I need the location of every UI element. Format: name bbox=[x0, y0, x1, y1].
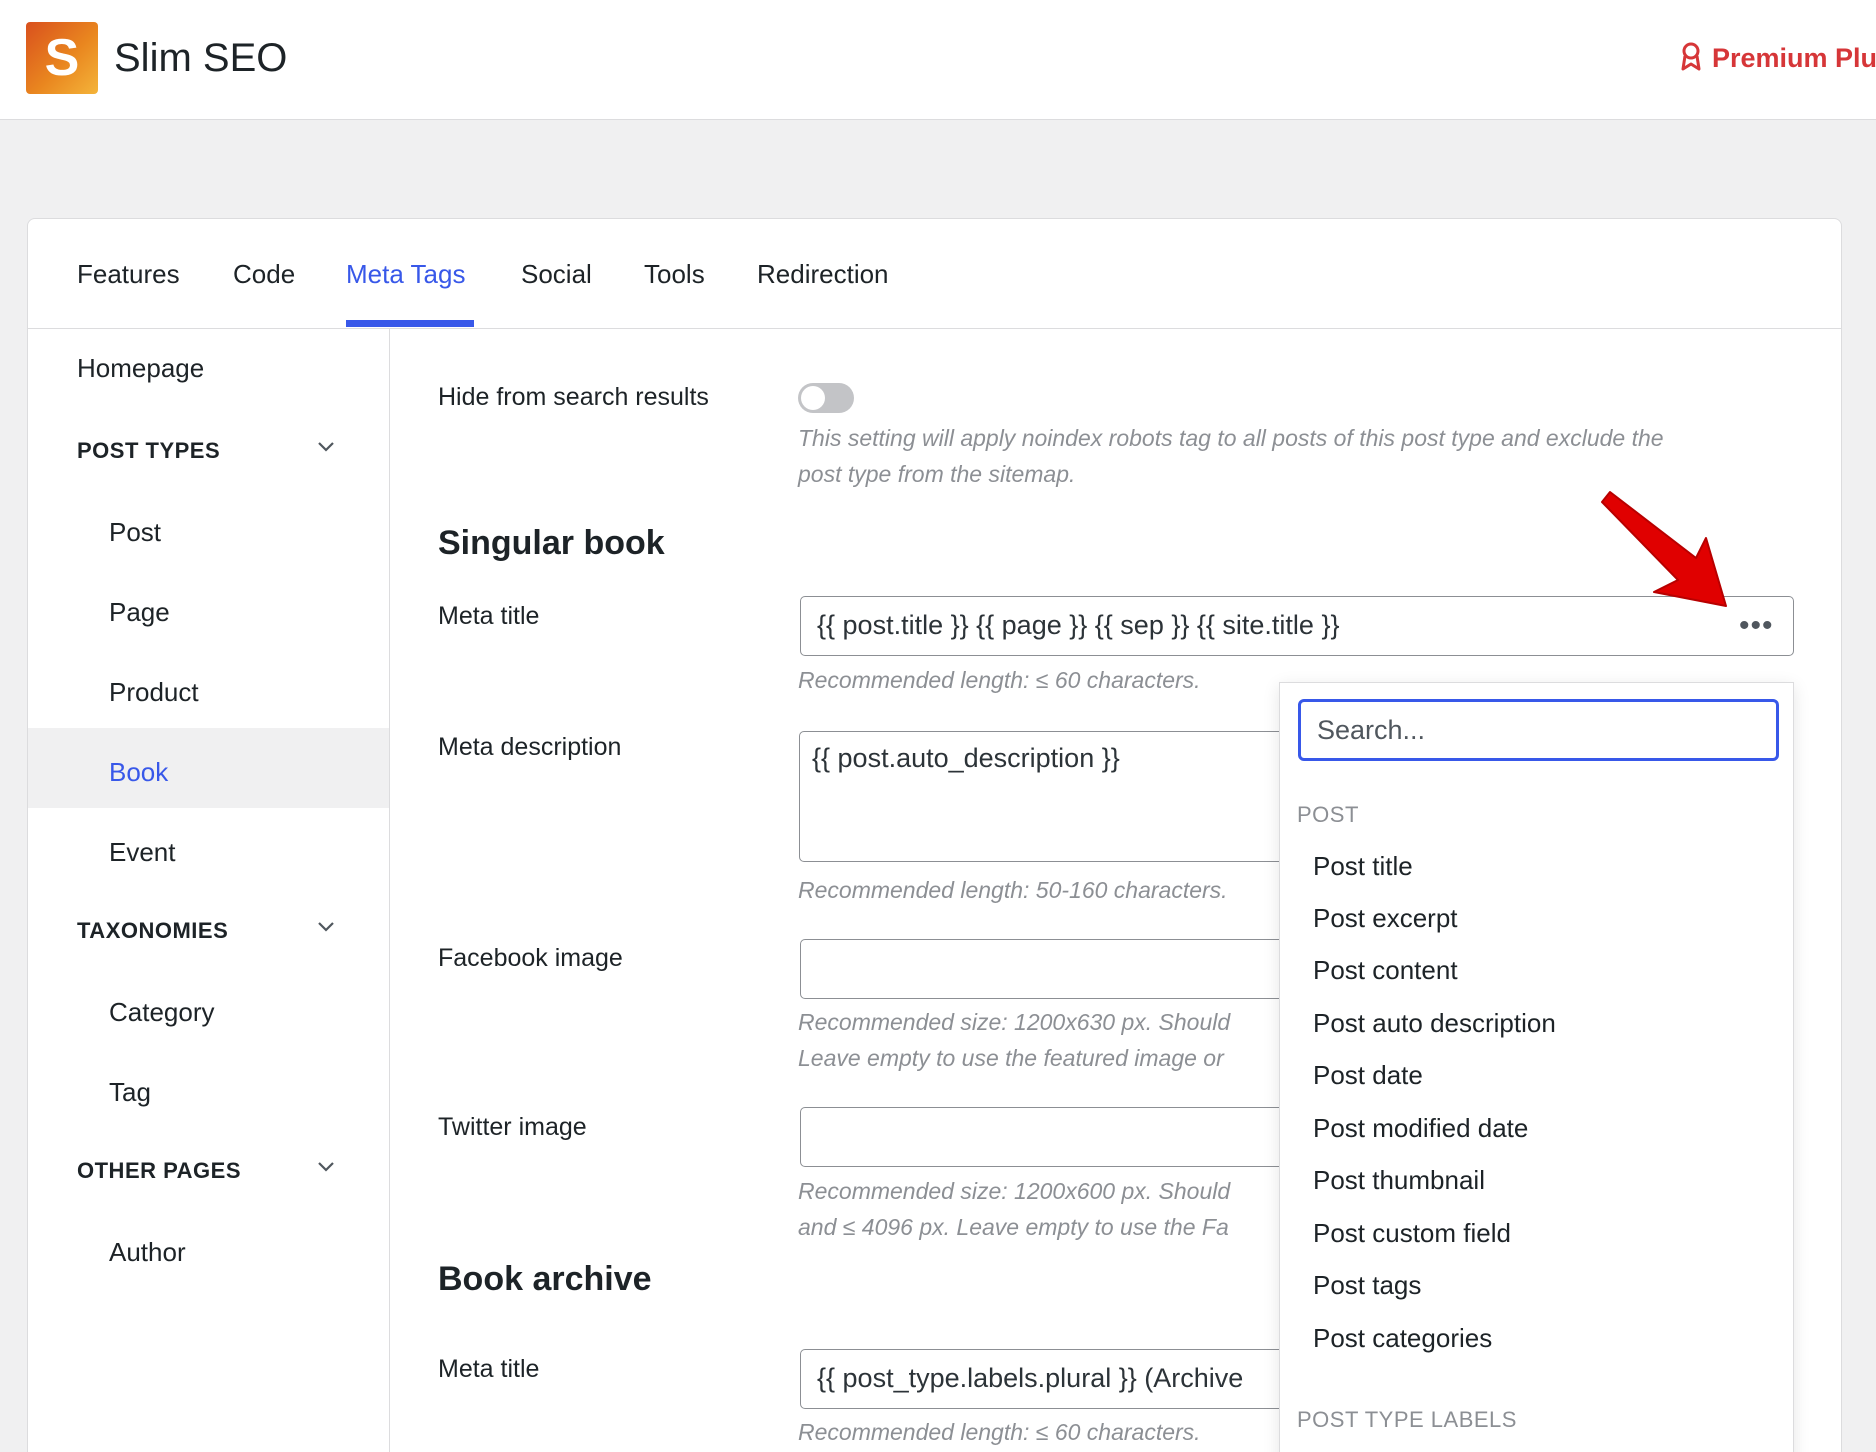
slim-seo-logo: S bbox=[26, 22, 98, 94]
logo-letter: S bbox=[44, 29, 80, 87]
hint-line: and ≤ 4096 px. Leave empty to use the Fa bbox=[798, 1214, 1229, 1240]
sidebar-item-page[interactable]: Page bbox=[109, 597, 170, 628]
dropdown-item-post-tags[interactable]: Post tags bbox=[1313, 1270, 1421, 1301]
dropdown-item-post-categories[interactable]: Post categories bbox=[1313, 1323, 1492, 1354]
archive-section-title: Book archive bbox=[438, 1260, 652, 1298]
dropdown-item-post-modified-date[interactable]: Post modified date bbox=[1313, 1113, 1528, 1144]
sidebar-item-book[interactable]: Book bbox=[109, 757, 168, 788]
sidebar-item-homepage[interactable]: Homepage bbox=[77, 353, 204, 384]
meta-title-hint: Recommended length: ≤ 60 characters. bbox=[798, 667, 1201, 693]
archive-meta-title-input[interactable]: {{ post_type.labels.plural }} (Archive bbox=[800, 1349, 1320, 1409]
hint-line: This setting will apply noindex robots t… bbox=[798, 425, 1664, 451]
meta-title-value: {{ post.title }} {{ page }} {{ sep }} {{… bbox=[817, 610, 1340, 640]
meta-description-textarea[interactable]: {{ post.auto_description }} bbox=[799, 731, 1319, 862]
hint-line: Recommended size: 1200x600 px. Should bbox=[798, 1178, 1231, 1204]
meta-title-label: Meta title bbox=[438, 602, 540, 630]
meta-description-label: Meta description bbox=[438, 733, 622, 761]
sidebar-heading-post-types[interactable]: POST TYPES bbox=[77, 438, 220, 464]
variable-dropdown: POST Post title Post excerpt Post conten… bbox=[1279, 682, 1794, 1452]
sidebar-item-product[interactable]: Product bbox=[109, 677, 199, 708]
facebook-image-label: Facebook image bbox=[438, 944, 623, 972]
facebook-image-input[interactable] bbox=[800, 939, 1320, 999]
tab-tools[interactable]: Tools bbox=[644, 259, 705, 290]
app-title: Slim SEO bbox=[114, 36, 288, 80]
dropdown-item-post-date[interactable]: Post date bbox=[1313, 1060, 1423, 1091]
dropdown-group-post-type-labels: POST TYPE LABELS bbox=[1297, 1407, 1517, 1432]
dropdown-group-post: POST bbox=[1297, 802, 1359, 827]
sidebar-item-tag[interactable]: Tag bbox=[109, 1077, 151, 1108]
dropdown-item-post-excerpt[interactable]: Post excerpt bbox=[1313, 903, 1458, 934]
sidebar-heading-taxonomies[interactable]: TAXONOMIES bbox=[77, 918, 228, 944]
sidebar-item-author[interactable]: Author bbox=[109, 1237, 186, 1268]
chevron-down-icon[interactable] bbox=[316, 437, 336, 457]
award-icon bbox=[1681, 42, 1701, 71]
twitter-image-label: Twitter image bbox=[438, 1113, 587, 1141]
active-tab-indicator bbox=[346, 320, 474, 327]
tab-features[interactable]: Features bbox=[77, 259, 180, 290]
tab-code[interactable]: Code bbox=[233, 259, 295, 290]
hint-line: Recommended size: 1200x630 px. Should bbox=[798, 1009, 1231, 1035]
hide-from-search-toggle[interactable] bbox=[798, 383, 854, 413]
sidebar-item-category[interactable]: Category bbox=[109, 997, 215, 1028]
facebook-image-hint: Recommended size: 1200x630 px. Should Le… bbox=[798, 1004, 1278, 1076]
variable-search-input[interactable] bbox=[1301, 702, 1776, 758]
variable-search-box[interactable] bbox=[1298, 699, 1779, 761]
dropdown-item-post-auto-description[interactable]: Post auto description bbox=[1313, 1008, 1556, 1039]
tab-redirection[interactable]: Redirection bbox=[757, 259, 889, 290]
dropdown-item-post-custom-field[interactable]: Post custom field bbox=[1313, 1218, 1511, 1249]
archive-meta-title-hint: Recommended length: ≤ 60 characters. bbox=[798, 1419, 1201, 1445]
twitter-image-input[interactable] bbox=[800, 1107, 1320, 1167]
sidebar-heading-other-pages[interactable]: OTHER PAGES bbox=[77, 1158, 241, 1184]
sidebar-item-event[interactable]: Event bbox=[109, 837, 176, 868]
toggle-knob bbox=[801, 386, 825, 410]
archive-meta-title-label: Meta title bbox=[438, 1355, 540, 1383]
singular-section-title: Singular book bbox=[438, 524, 665, 562]
chevron-down-icon[interactable] bbox=[316, 1157, 336, 1177]
dropdown-item-post-thumbnail[interactable]: Post thumbnail bbox=[1313, 1165, 1485, 1196]
dropdown-item-post-title[interactable]: Post title bbox=[1313, 851, 1413, 882]
more-options-icon[interactable]: ••• bbox=[1739, 609, 1774, 643]
chevron-down-icon[interactable] bbox=[316, 917, 336, 937]
tab-social[interactable]: Social bbox=[521, 259, 592, 290]
tab-bar: Features Code Meta Tags Social Tools Red… bbox=[28, 219, 1841, 329]
sidebar: Homepage POST TYPES Post Page Product Bo… bbox=[28, 329, 390, 1452]
meta-description-value: {{ post.auto_description }} bbox=[812, 743, 1120, 773]
hint-line: post type from the sitemap. bbox=[798, 461, 1076, 487]
meta-description-hint: Recommended length: 50-160 characters. bbox=[798, 877, 1228, 903]
hide-from-search-hint: This setting will apply noindex robots t… bbox=[798, 420, 1808, 492]
twitter-image-hint: Recommended size: 1200x600 px. Should an… bbox=[798, 1173, 1278, 1245]
sidebar-active-highlight bbox=[28, 728, 389, 808]
hint-line: Leave empty to use the featured image or bbox=[798, 1045, 1224, 1071]
dropdown-item-post-content[interactable]: Post content bbox=[1313, 955, 1458, 986]
sidebar-item-post[interactable]: Post bbox=[109, 517, 161, 548]
top-bar: S Slim SEO Premium Plu bbox=[0, 0, 1876, 120]
premium-link[interactable]: Premium Plu bbox=[1680, 42, 1876, 74]
premium-label: Premium Plu bbox=[1712, 43, 1876, 73]
tab-meta-tags[interactable]: Meta Tags bbox=[346, 259, 465, 290]
red-arrow-icon bbox=[1601, 491, 1727, 607]
hide-from-search-label: Hide from search results bbox=[438, 383, 709, 411]
archive-meta-title-value: {{ post_type.labels.plural }} (Archive bbox=[817, 1363, 1244, 1393]
